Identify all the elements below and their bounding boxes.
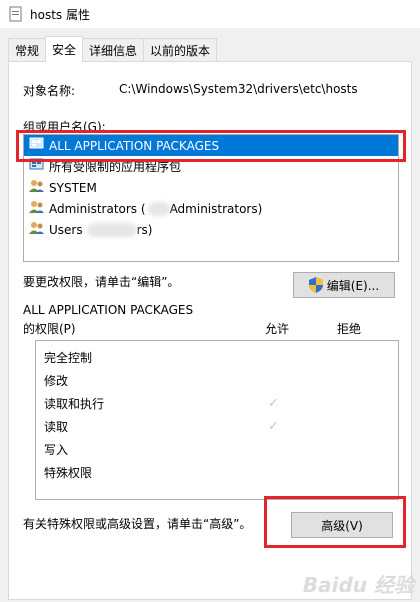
groups-listbox[interactable]: ALL APPLICATION PACKAGES 所有受限制的应用程序包 SYS…	[23, 134, 399, 262]
perm-row-modify: 修改	[36, 369, 398, 392]
users-group-icon	[29, 200, 45, 217]
allow-column-header: 允许	[265, 322, 290, 336]
edit-button[interactable]: 编辑(E)...	[293, 272, 395, 298]
file-properties-icon	[8, 6, 24, 22]
group-item-label: Administrators (	[49, 201, 146, 216]
checkmark-icon: ✓	[268, 419, 279, 434]
group-item-restricted-packages[interactable]: 所有受限制的应用程序包	[24, 156, 398, 177]
group-item-administrators[interactable]: Administrators ( Administrators)	[24, 198, 398, 219]
tab-details[interactable]: 详细信息	[82, 38, 145, 62]
checkmark-icon: ✓	[268, 396, 279, 411]
object-name-label: 对象名称:	[23, 84, 76, 98]
tab-general[interactable]: 常规	[8, 38, 47, 62]
tab-previous-versions[interactable]: 以前的版本	[143, 38, 218, 62]
redacted-text	[147, 201, 170, 216]
tab-security[interactable]: 安全	[45, 36, 84, 62]
group-item-label: 所有受限制的应用程序包	[49, 160, 182, 174]
perm-name: 修改	[44, 374, 69, 388]
users-group-icon	[29, 179, 45, 196]
permissions-listbox[interactable]: 完全控制 修改 读取和执行 ✓ 读取 ✓ 写入 特殊权限	[35, 340, 399, 500]
group-item-label: SYSTEM	[49, 180, 97, 195]
perm-row-special: 特殊权限	[36, 461, 398, 484]
group-item-system[interactable]: SYSTEM	[24, 177, 398, 198]
perm-row-write: 写入	[36, 438, 398, 461]
perm-name: 读取	[44, 420, 69, 434]
tab-strip: 常规 安全 详细信息 以前的版本	[8, 36, 218, 62]
perm-row-read: 读取 ✓	[36, 415, 398, 438]
groups-label: 组或用户名(G):	[23, 120, 106, 134]
group-item-users[interactable]: Users rs)	[24, 219, 398, 240]
group-item-label: ALL APPLICATION PACKAGES	[49, 138, 220, 153]
perm-name: 特殊权限	[44, 466, 93, 480]
perm-name: 写入	[44, 443, 69, 457]
title-bar[interactable]: hosts 属性	[0, 0, 420, 28]
perm-row-full-control: 完全控制	[36, 346, 398, 369]
object-name-value: C:\Windows\System32\drivers\etc\hosts	[119, 82, 358, 96]
window-title: hosts 属性	[30, 7, 90, 22]
edit-button-label: 编辑(E)...	[326, 278, 380, 293]
change-permissions-hint: 要更改权限，请单击“编辑”。	[23, 275, 180, 289]
package-group-icon	[29, 137, 45, 154]
redacted-text	[86, 222, 137, 237]
package-group-icon	[29, 158, 45, 175]
advanced-button[interactable]: 高级(V)	[291, 512, 393, 538]
perm-name: 读取和执行	[44, 397, 105, 411]
permissions-title: ALL APPLICATION PACKAGES	[23, 303, 194, 317]
perm-row-read-execute: 读取和执行 ✓	[36, 392, 398, 415]
security-panel: 对象名称: C:\Windows\System32\drivers\etc\ho…	[8, 61, 412, 600]
uac-shield-icon	[308, 277, 323, 293]
advanced-hint: 有关特殊权限或高级设置，请单击“高级”。	[23, 517, 252, 531]
users-group-icon	[29, 221, 45, 238]
group-item-label-suffix: rs)	[136, 222, 153, 237]
group-item-label: Users	[49, 222, 83, 237]
watermark: Baidu 经验	[302, 573, 414, 597]
deny-column-header: 拒绝	[337, 322, 362, 336]
permissions-subtitle: 的权限(P)	[23, 322, 76, 336]
group-item-label-suffix: Administrators)	[169, 201, 263, 216]
perm-name: 完全控制	[44, 351, 93, 365]
group-item-all-app-packages[interactable]: ALL APPLICATION PACKAGES	[24, 135, 398, 156]
